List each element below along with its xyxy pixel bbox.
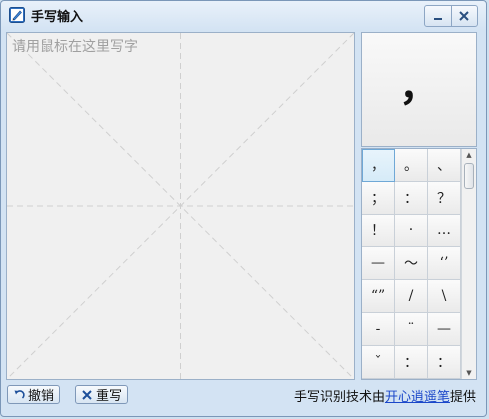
symbol-cell[interactable]: — [362, 247, 395, 281]
symbol-cell[interactable]: ： [395, 181, 428, 215]
undo-label: 撤销 [28, 389, 55, 404]
symbol-cell[interactable]: ， [362, 149, 395, 182]
handwriting-canvas[interactable]: 请用鼠标在这里写字 [6, 32, 355, 380]
symbol-cell[interactable]: · [395, 214, 428, 248]
symbol-cell[interactable]: ！ [362, 214, 395, 248]
recognized-char-preview[interactable]: ， [361, 32, 477, 147]
symbol-cell[interactable]: / [395, 280, 428, 313]
credit-text: 手写识别技术由开心逍遥笔提供 [294, 386, 476, 405]
symbol-grid: ，。、；：？！ ·… — ～ ‘’ “” / \ - ¨ — ˇ：： [362, 149, 462, 379]
window-controls [424, 5, 478, 27]
preview-character: ， [399, 63, 439, 110]
symbol-cell[interactable]: 。 [395, 149, 428, 182]
symbol-cell[interactable]: - [362, 312, 395, 346]
undo-button[interactable]: 撤销 [7, 385, 60, 404]
symbol-cell[interactable]: ～ [395, 247, 428, 281]
undo-arrow-icon [14, 389, 25, 399]
window-title: 手写输入 [31, 10, 84, 25]
symbol-cell[interactable]: ： [428, 345, 461, 379]
credit-link[interactable]: 开心逍遥笔 [385, 390, 450, 405]
symbol-cell[interactable]: ： [395, 345, 428, 379]
symbol-cell[interactable]: … [428, 214, 461, 248]
scroll-thumb[interactable] [464, 163, 474, 189]
minimize-icon [433, 18, 442, 20]
symbol-cell[interactable]: ？ [428, 181, 461, 215]
credit-suffix: 提供 [449, 390, 476, 405]
symbol-cell[interactable]: “” [362, 280, 395, 313]
symbol-cell[interactable]: 、 [428, 149, 461, 182]
symbol-scrollbar[interactable]: ▲ ▼ [461, 149, 476, 379]
scroll-up-arrow-icon[interactable]: ▲ [462, 149, 476, 161]
credit-prefix: 手写识别技术由 [293, 390, 385, 405]
symbol-cell[interactable]: ‘’ [428, 247, 461, 281]
rewrite-button[interactable]: 重写 [75, 385, 128, 404]
canvas-guide-lines [7, 33, 354, 379]
symbol-cell[interactable]: ˇ [362, 345, 395, 379]
title-bar[interactable]: 手写输入 [1, 1, 486, 29]
symbol-cell[interactable]: \ [428, 280, 461, 313]
scroll-down-arrow-icon[interactable]: ▼ [462, 367, 476, 379]
symbol-cell[interactable]: — [428, 312, 461, 346]
minimize-button[interactable] [425, 6, 451, 26]
symbol-candidates-panel: ，。、；：？！ ·… — ～ ‘’ “” / \ - ¨ — ˇ：： ▲ ▼ [361, 148, 477, 380]
canvas-placeholder: 请用鼠标在这里写字 [12, 39, 138, 55]
handwriting-input-window: 手写输入 请用鼠标在这里写字 ， ，。、；：？！ ·… — ～ ‘’ “” / \ - ¨ — ˇ：： [0, 0, 487, 417]
rewrite-label: 重写 [96, 389, 123, 404]
x-icon [82, 389, 92, 400]
close-button[interactable] [450, 6, 478, 26]
symbol-cell[interactable]: ； [362, 181, 395, 215]
pen-icon [9, 7, 25, 23]
symbol-cell[interactable]: ¨ [395, 312, 428, 346]
close-icon [459, 11, 469, 21]
